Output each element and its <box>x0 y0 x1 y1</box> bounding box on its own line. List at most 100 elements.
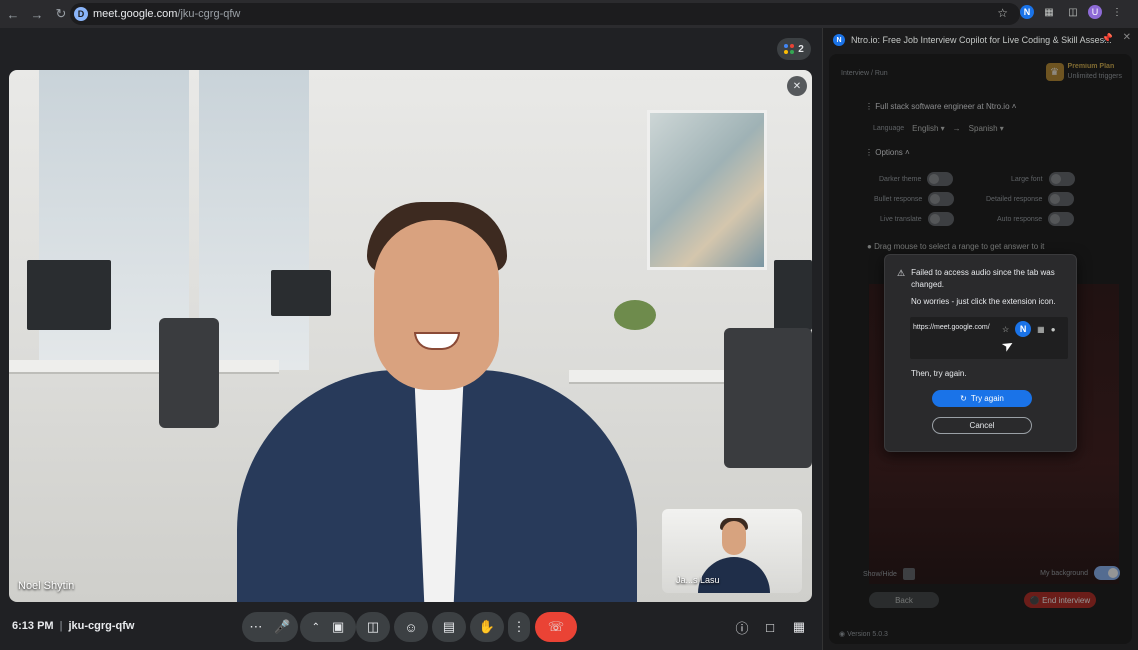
emoji-icon: ☺ <box>404 619 418 635</box>
toggle-auto-response[interactable] <box>1048 212 1075 226</box>
breadcrumb: Interview / Run <box>841 70 888 77</box>
drag-hint: ● Drag mouse to select a range to get an… <box>867 242 1045 251</box>
reload-icon[interactable]: ↻ <box>50 3 72 25</box>
error-message-text: Failed to access audio since the tab was… <box>911 268 1055 289</box>
meet-control-bar: 6:13 PM | jku-cgrg-qfw ⋯ 🎤 ⌃ ▣ ◫ ☺ ▤ ✋ ⋮ ☏… <box>0 608 822 650</box>
profile-avatar[interactable]: U <box>1088 5 1102 19</box>
job-title[interactable]: ⋮ Full stack software engineer at Ntro.i… <box>865 102 1016 111</box>
bookmark-star-icon[interactable]: ☆ <box>997 6 1008 20</box>
captions-icon: ▤ <box>442 619 456 634</box>
office-chair <box>724 328 812 468</box>
error-message: ⚠ Failed to access audio since the tab w… <box>897 267 1067 291</box>
panel-header: N Ntro.io: Free Job Interview Copilot fo… <box>823 28 1138 52</box>
end-interview-label: End interview <box>1042 595 1091 605</box>
drag-hint-text: Drag mouse to select a range to get answ… <box>874 242 1045 251</box>
chat-icon[interactable]: □ <box>760 617 780 637</box>
people-dots-icon <box>784 44 795 54</box>
illustration-address-bar: https://meet.google.com/ ☆ N ▦ ● ➤ <box>910 317 1068 359</box>
mic-off-icon: ✕ <box>787 76 807 96</box>
captions-button[interactable]: ▤ <box>432 612 466 642</box>
toggle-live-translate[interactable] <box>927 212 954 226</box>
language-to-select[interactable]: Spanish ▾ <box>969 124 1004 133</box>
mic-control[interactable]: ⋯ 🎤 <box>242 612 298 642</box>
main-participant-name: Noel Shytin <box>18 580 75 592</box>
premium-plan-badge: ♛ Premium Plan Unlimited triggers <box>1045 62 1122 82</box>
show-hide-row: Show/Hide <box>863 568 915 580</box>
language-to-value: Spanish <box>968 124 998 133</box>
panel-title: Ntro.io: Free Job Interview Copilot for … <box>851 35 1112 45</box>
microphone-icon[interactable]: 🎤 <box>274 619 290 635</box>
chevron-up-icon[interactable]: ⌃ <box>312 622 320 633</box>
participants-button[interactable]: 2 <box>777 38 811 60</box>
refresh-icon: ↻ <box>960 394 967 403</box>
vertical-dots-icon: ⋮ <box>512 619 526 634</box>
my-background-label: My background <box>1040 569 1088 577</box>
version-text: Version 5.0.3 <box>847 631 888 638</box>
camera-control[interactable]: ⌃ ▣ <box>300 612 356 642</box>
ntro-extension-icon[interactable]: N <box>1020 5 1034 19</box>
side-panel-icon[interactable]: ◫ <box>1064 3 1082 21</box>
office-monitor <box>271 270 331 316</box>
forward-arrow-icon[interactable]: → <box>26 3 48 25</box>
self-view-tile[interactable]: Ja...s Lasu <box>662 509 802 593</box>
toggle-large-font[interactable] <box>1048 172 1075 186</box>
show-hide-label: Show/Hide <box>863 570 897 578</box>
address-bar[interactable]: D meet.google.com/jku-cgrg-qfw ☆ <box>70 3 1020 25</box>
more-options-button[interactable]: ⋮ <box>508 612 530 642</box>
present-screen-icon: ◫ <box>366 619 380 634</box>
end-interview-button[interactable]: ⚫ End interview <box>1024 592 1096 608</box>
url-path: /jku-cgrg-qfw <box>177 8 241 20</box>
back-arrow-icon[interactable]: ← <box>2 3 24 25</box>
office-monitor <box>774 260 812 330</box>
present-button[interactable]: ◫ <box>356 612 390 642</box>
toggle-bullet-response[interactable] <box>928 192 955 206</box>
url-host: meet.google.com <box>93 8 178 20</box>
option-large-font: Large font <box>1011 172 1075 186</box>
show-hide-checkbox[interactable] <box>902 568 915 580</box>
close-panel-icon[interactable]: ✕ <box>1123 32 1131 43</box>
toggle-detailed-response[interactable] <box>1048 192 1075 206</box>
participant-count: 2 <box>798 43 804 55</box>
apps-grid-icon[interactable]: ▦ <box>789 617 809 637</box>
office-plant <box>614 300 656 330</box>
ntro-logo-icon: N <box>833 34 845 46</box>
end-interview-icon: ⚫ <box>1029 595 1040 605</box>
pointer-arrow-icon: ➤ <box>998 335 1017 355</box>
pin-icon[interactable]: 📌 <box>1102 33 1113 44</box>
option-darker-theme: Darker theme <box>879 172 954 186</box>
cancel-button[interactable]: Cancel <box>932 417 1032 434</box>
my-background-row: My background <box>1040 566 1120 580</box>
meet-call-area: 2 ✕ Noel Shytin Ja...s Lasu 6:13 PM | jku-… <box>0 28 822 650</box>
language-label: Language <box>873 125 905 132</box>
crown-icon: ♛ <box>1045 63 1064 81</box>
browser-menu-icon[interactable]: ⋮ <box>1108 3 1126 21</box>
language-from-select[interactable]: English ▾ <box>912 124 945 133</box>
language-row: Language English ▾ → Spanish ▾ <box>873 124 1004 133</box>
toggle-darker-theme[interactable] <box>927 172 954 186</box>
self-name: Ja...s Lasu <box>676 575 720 585</box>
toggle-my-background[interactable] <box>1094 566 1120 580</box>
option-label: Detailed response <box>986 195 1043 203</box>
end-call-button[interactable]: ☏ <box>535 612 577 642</box>
info-icon[interactable]: ⓘ <box>732 617 752 637</box>
options-title[interactable]: ⋮ Options ˄ <box>865 148 910 157</box>
job-title-text: Full stack software engineer at Ntro.io <box>875 102 1010 111</box>
camera-icon[interactable]: ▣ <box>332 619 344 635</box>
office-desk <box>9 360 279 374</box>
premium-title: Premium Plan <box>1067 63 1115 70</box>
browser-toolbar: ← → ↻ D meet.google.com/jku-cgrg-qfw ☆ N… <box>0 0 1138 28</box>
try-again-button[interactable]: ↻ Try again <box>932 390 1032 407</box>
version-label: ◉ Version 5.0.3 <box>839 631 888 638</box>
extensions-puzzle-icon[interactable]: ▦ <box>1040 3 1058 21</box>
reactions-button[interactable]: ☺ <box>394 612 428 642</box>
illustration-puzzle-icon: ▦ <box>1037 324 1045 334</box>
self-face <box>722 521 746 555</box>
raise-hand-button[interactable]: ✋ <box>470 612 504 642</box>
more-dots-icon[interactable]: ⋯ <box>249 619 262 635</box>
option-bullet-response: Bullet response <box>874 192 955 206</box>
language-from-value: English <box>912 124 939 133</box>
wall-art <box>647 110 767 270</box>
hand-icon: ✋ <box>478 619 496 634</box>
option-detailed-response: Detailed response <box>986 192 1075 206</box>
back-button[interactable]: Back <box>869 592 939 608</box>
